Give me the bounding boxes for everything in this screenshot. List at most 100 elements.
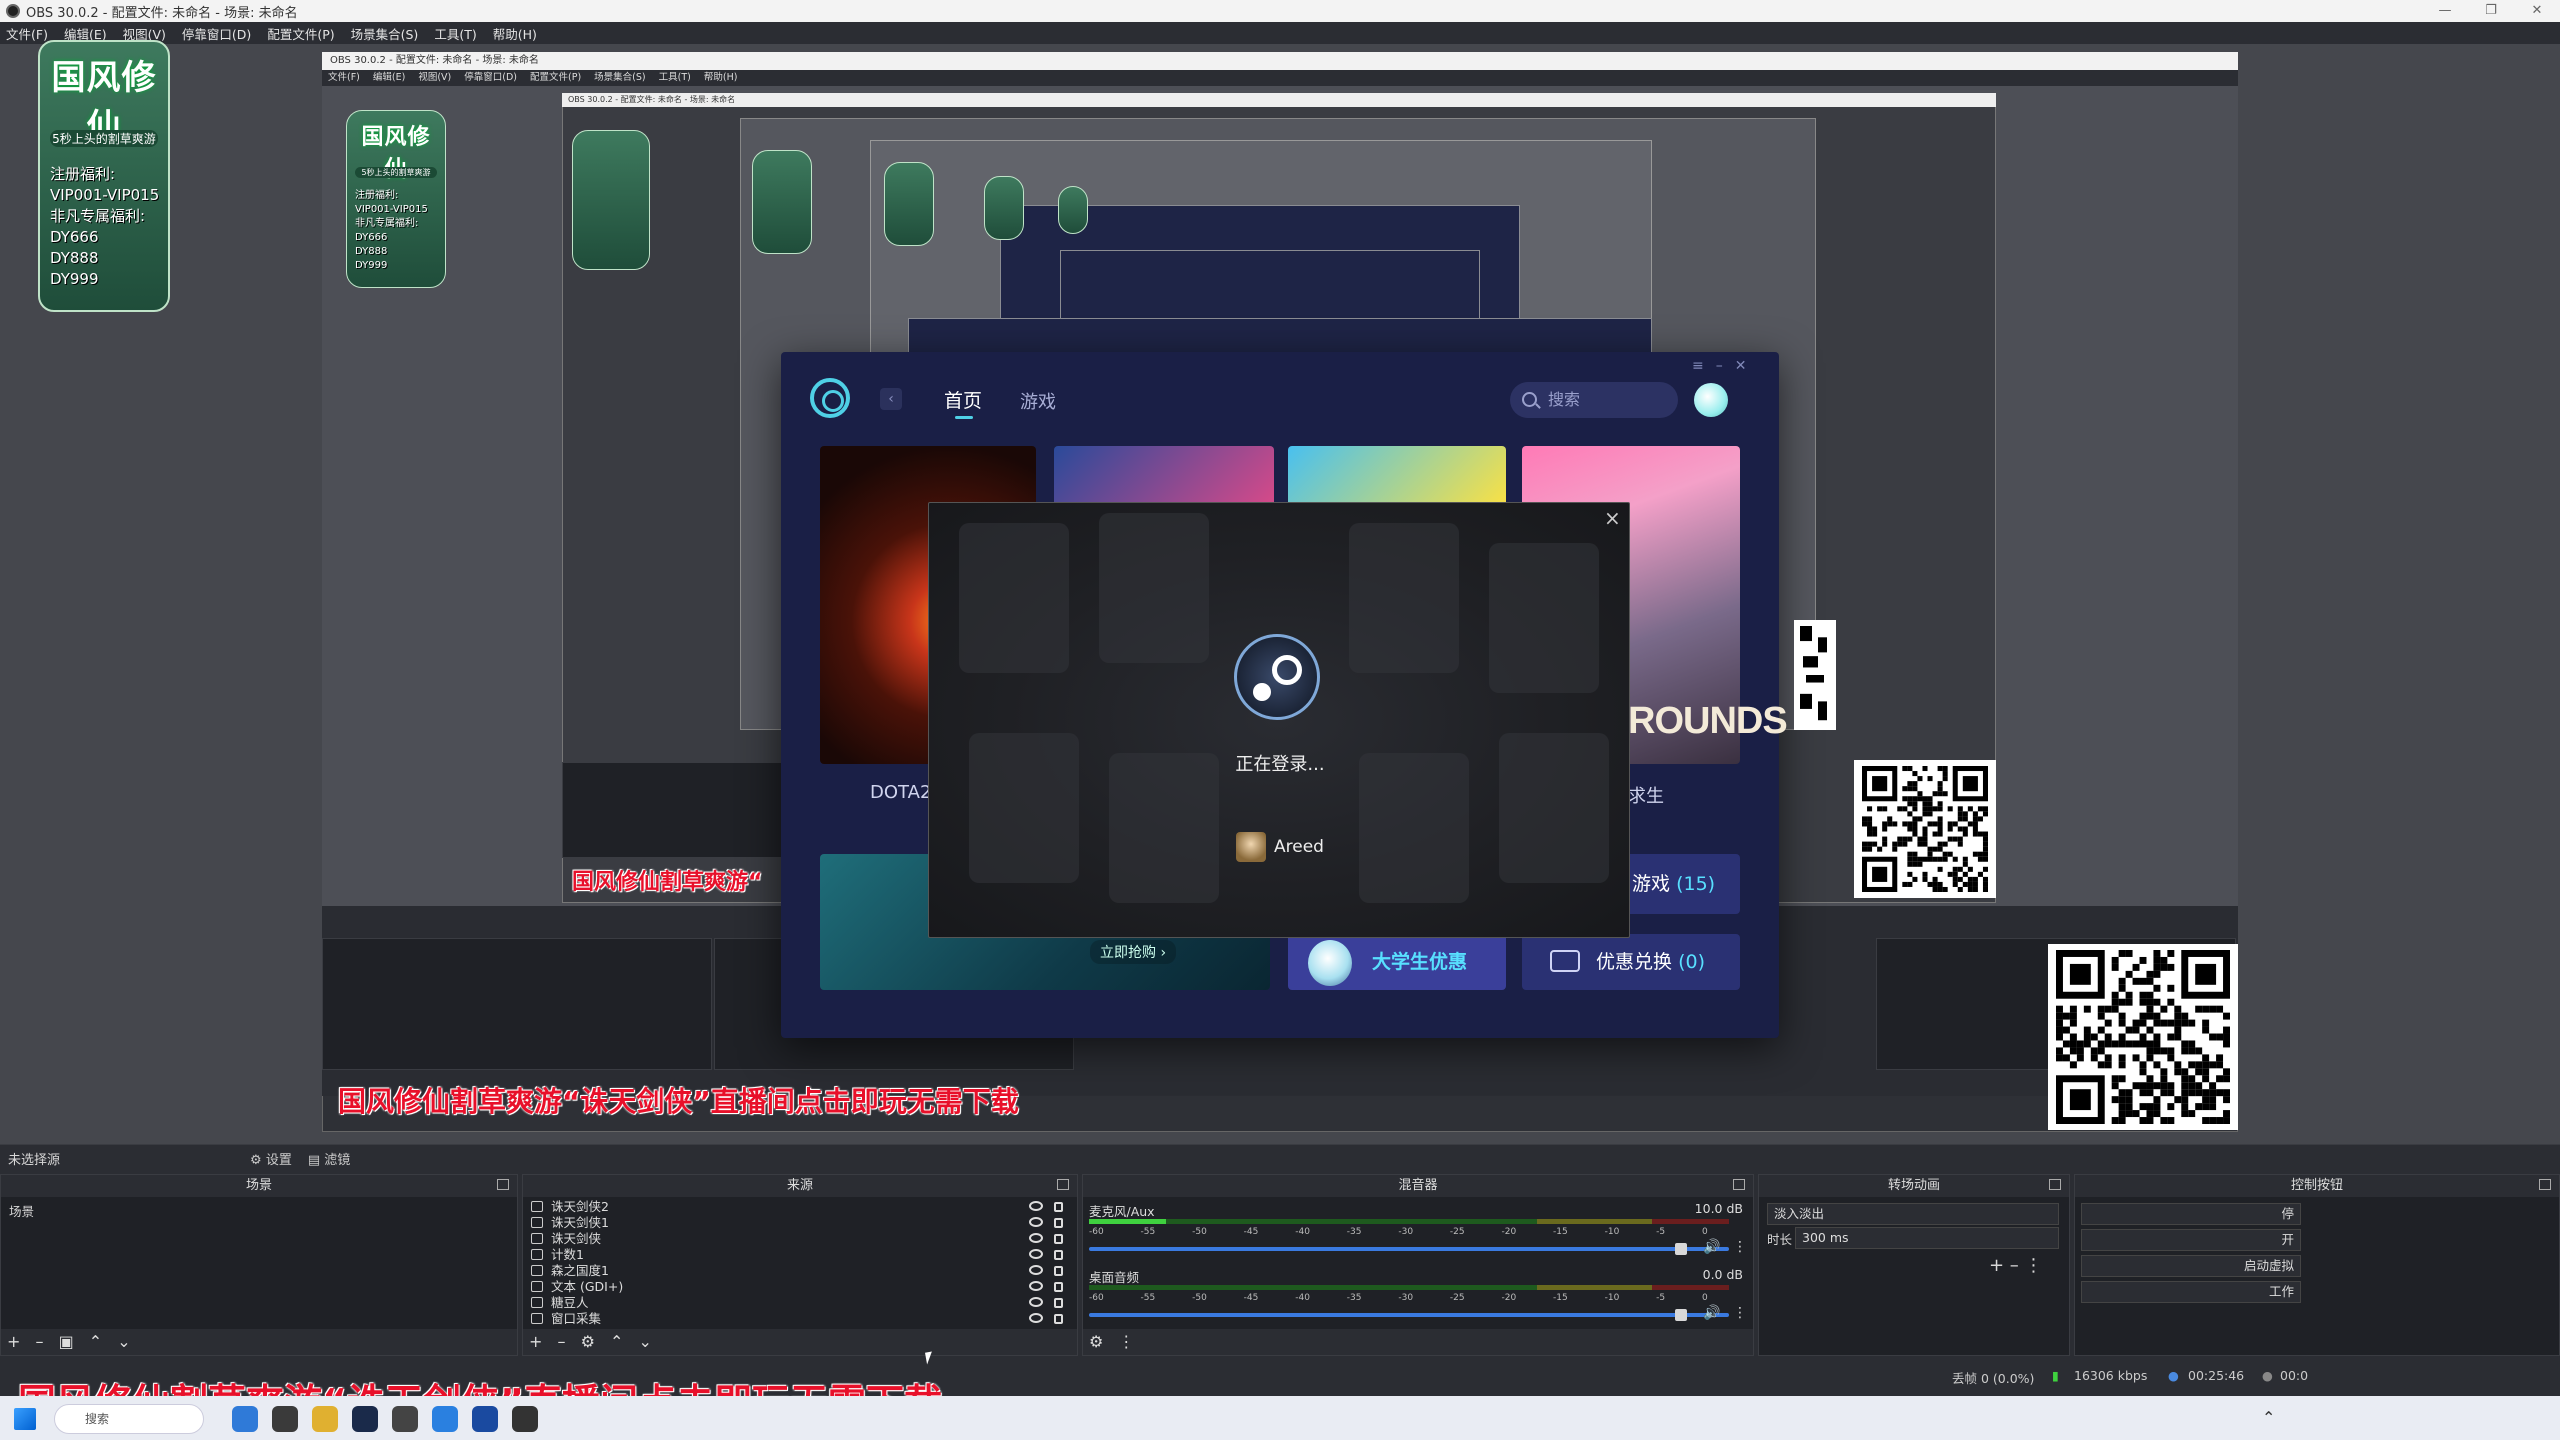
taskbar-app-icon[interactable]: [352, 1406, 378, 1432]
volume-db: 10.0 dB: [1694, 1201, 1743, 1216]
source-item[interactable]: 计数1: [523, 1247, 1077, 1263]
add-remove-transition[interactable]: + – ⋮: [1989, 1255, 2043, 1276]
studio-mode-button[interactable]: 工作: [2081, 1281, 2301, 1303]
poster-subtitle: 5秒上头的割草爽游: [355, 167, 437, 178]
eye-icon: [1029, 1249, 1043, 1259]
menu-file[interactable]: 文件(F): [6, 24, 48, 43]
menu-docks[interactable]: 停靠窗口(D): [182, 24, 251, 43]
buy-now-button[interactable]: 立即抢购 ›: [1090, 940, 1177, 964]
games-label: 游戏: [1632, 873, 1671, 895]
volume-slider[interactable]: [1089, 1313, 1729, 1317]
blurred-tile: [1109, 753, 1219, 903]
taskbar-app-icon[interactable]: [272, 1406, 298, 1432]
user-avatar[interactable]: [1694, 383, 1728, 417]
slider-knob[interactable]: [1675, 1243, 1687, 1255]
nested-scenes-panel: [322, 938, 712, 1070]
volume-meter: [1089, 1219, 1729, 1224]
menu-help[interactable]: 帮助(H): [493, 24, 537, 43]
popout-icon[interactable]: [497, 1179, 509, 1190]
redeem-label: 优惠兑换: [1596, 951, 1673, 973]
source-item[interactable]: 诛天剑侠2: [523, 1199, 1077, 1215]
tab-games[interactable]: 游戏: [1020, 388, 1056, 414]
scene-item[interactable]: 场景: [1, 1197, 517, 1224]
taskbar-search[interactable]: 搜索: [54, 1404, 204, 1434]
menu-tools[interactable]: 工具(T): [434, 24, 476, 43]
transitions-title: 转场动画: [1887, 1178, 1940, 1193]
slider-knob[interactable]: [1675, 1309, 1687, 1321]
taskbar-app-icon[interactable]: [312, 1406, 338, 1432]
tab-home[interactable]: 首页: [944, 386, 982, 413]
source-item[interactable]: 诛天剑侠1: [523, 1215, 1077, 1231]
popout-icon[interactable]: [1057, 1179, 1069, 1190]
speaker-icon[interactable]: 🔊: [1703, 1239, 1720, 1255]
controls-dock: 控制按钮 停 开 启动虚拟 工作: [2074, 1174, 2560, 1356]
popout-icon[interactable]: [2049, 1179, 2061, 1190]
transitions-dock: 转场动画 淡入淡出 时长 300 ms + – ⋮: [1758, 1174, 2070, 1356]
promo-poster-nested-5: [984, 176, 1024, 240]
transition-select[interactable]: 淡入淡出: [1767, 1203, 2059, 1225]
record-time: 00:0: [2280, 1368, 2309, 1383]
lock-icon: [1054, 1218, 1063, 1228]
taskbar-app-icon[interactable]: [392, 1406, 418, 1432]
promo-poster-nested: 国风修仙 5秒上头的割草爽游 注册福利: VIP001-VIP015 非凡专属福…: [346, 110, 446, 288]
launcher-window-controls[interactable]: ≡–✕: [1692, 358, 1758, 374]
sources-dock: 来源 诛天剑侠2 诛天剑侠1 诛天剑侠 计数1 森之国度1 文本 (GDI+) …: [522, 1174, 1078, 1356]
sources-toolbar[interactable]: + – ⚙ ⌃ ⌄: [523, 1329, 1077, 1355]
source-item[interactable]: 窗口采集: [523, 1311, 1077, 1327]
games-count: (15): [1676, 873, 1716, 895]
scenes-title: 场景: [245, 1178, 272, 1193]
poster-line: DY666: [355, 232, 388, 243]
dialog-close-button[interactable]: ×: [1604, 506, 1621, 530]
source-item[interactable]: 诛天剑侠: [523, 1231, 1077, 1247]
tray-chevron-icon[interactable]: ⌃: [2262, 1408, 2275, 1427]
back-button[interactable]: ‹: [880, 388, 902, 410]
poster-line: 非凡专属福利:: [50, 207, 146, 225]
poster-line: DY999: [50, 270, 99, 288]
taskbar-app-icon[interactable]: [472, 1406, 498, 1432]
popout-icon[interactable]: [2539, 1179, 2551, 1190]
poster-lines: 注册福利: VIP001-VIP015 非凡专属福利: DY666 DY888 …: [50, 164, 159, 290]
pubg-logo-text: ROUNDS: [1628, 700, 1788, 742]
properties-button[interactable]: ⚙ 设置: [250, 1149, 292, 1168]
eye-icon: [1029, 1217, 1043, 1227]
start-record-button[interactable]: 开: [2081, 1229, 2301, 1251]
menu-profile[interactable]: 配置文件(P): [267, 24, 334, 43]
nested-window-title: OBS 30.0.2 - 配置文件: 未命名 - 场景: 未命名: [322, 52, 2238, 70]
eye-icon: [1029, 1297, 1043, 1307]
duration-input[interactable]: 300 ms: [1795, 1227, 2059, 1249]
lock-icon: [1054, 1314, 1063, 1324]
windows-taskbar: [0, 1396, 2560, 1440]
source-item[interactable]: 糖豆人: [523, 1295, 1077, 1311]
source-item[interactable]: 文本 (GDI+): [523, 1279, 1077, 1295]
virtual-cam-button[interactable]: 启动虚拟: [2081, 1255, 2301, 1277]
taskbar-app-icon[interactable]: [232, 1406, 258, 1432]
popout-icon[interactable]: [1733, 1179, 1745, 1190]
eye-icon: [1029, 1201, 1043, 1211]
minimize-button[interactable]: —: [2422, 0, 2468, 22]
close-button[interactable]: ✕: [2514, 0, 2560, 22]
more-icon[interactable]: ⋮: [1733, 1305, 1747, 1321]
source-selection-bar: 未选择源 ⚙ 设置 ▤ 滤镜: [0, 1144, 2560, 1172]
windows-start-icon[interactable]: [14, 1408, 36, 1430]
volume-slider[interactable]: [1089, 1247, 1729, 1251]
maximize-button[interactable]: ❐: [2468, 0, 2514, 22]
lock-icon: [1054, 1234, 1063, 1244]
scenes-toolbar[interactable]: + – ▣ ⌃ ⌄: [1, 1329, 517, 1355]
eye-icon: [1029, 1313, 1043, 1323]
eye-icon: [1029, 1281, 1043, 1291]
speaker-icon[interactable]: 🔊: [1703, 1305, 1720, 1321]
filters-button[interactable]: ▤ 滤镜: [308, 1149, 350, 1168]
poster-line: DY666: [50, 228, 99, 246]
nested-mini-panel: [562, 762, 782, 858]
start-stream-button[interactable]: 停: [2081, 1203, 2301, 1225]
taskbar-app-icon[interactable]: [512, 1406, 538, 1432]
taskbar-app-icon[interactable]: [432, 1406, 458, 1432]
mixer-toolbar[interactable]: ⚙ ⋮: [1083, 1329, 1753, 1355]
menu-scene-collection[interactable]: 场景集合(S): [351, 24, 419, 43]
promo-poster-nested-4: [884, 162, 934, 246]
ticket-icon: [1550, 950, 1580, 972]
mixer-track-desktop: 桌面音频 0.0 dB -60 -55 -50 -45 -40 -35 -30 …: [1089, 1267, 1747, 1321]
source-item[interactable]: 森之国度1: [523, 1263, 1077, 1279]
blurred-tile: [969, 733, 1079, 883]
more-icon[interactable]: ⋮: [1733, 1239, 1747, 1255]
